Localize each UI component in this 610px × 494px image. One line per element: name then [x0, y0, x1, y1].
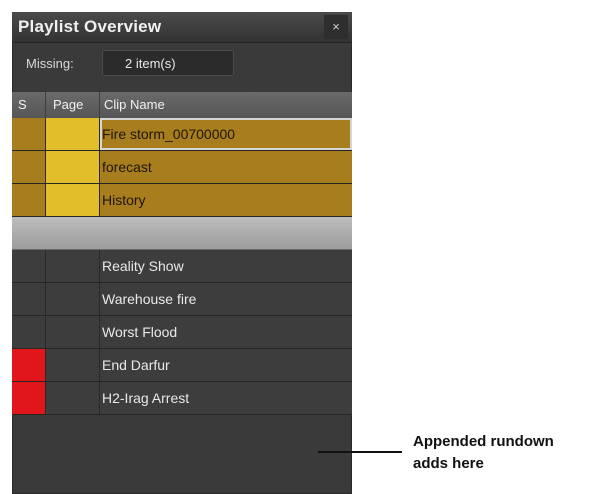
column-header-s[interactable]: S — [12, 92, 46, 118]
page-cell — [46, 349, 100, 381]
clip-name-cell: Worst Flood — [102, 324, 178, 340]
status-cell — [12, 382, 46, 414]
playlist-row[interactable]: Warehouse fire — [12, 283, 352, 316]
page-cell — [46, 382, 100, 414]
page-cell — [46, 118, 100, 150]
playlist-rows: Fire storm_00700000 forecast History Realit… — [12, 118, 352, 415]
playlist-overview-panel: Playlist Overview × Missing: 2 item(s) S… — [12, 12, 352, 494]
clip-name-cell: Reality Show — [102, 258, 184, 274]
playlist-table-header: S Page Clip Name — [12, 92, 352, 119]
column-header-clip-name[interactable]: Clip Name — [100, 92, 352, 118]
status-cell — [12, 217, 46, 249]
playlist-row[interactable]: H2-Irag Arrest — [12, 382, 352, 415]
playlist-row[interactable]: Reality Show — [12, 250, 352, 283]
clip-name-cell: Fire storm_00700000 — [100, 118, 352, 150]
missing-label: Missing: — [26, 56, 74, 71]
clip-name-cell: H2-Irag Arrest — [102, 390, 190, 406]
status-cell — [12, 184, 46, 216]
clip-name-cell — [100, 217, 352, 249]
status-cell — [12, 283, 46, 315]
clip-name-cell: History — [102, 192, 146, 208]
page-cell — [46, 217, 100, 249]
page-cell — [46, 151, 100, 183]
playlist-row[interactable]: Fire storm_00700000 — [12, 118, 352, 151]
playlist-row[interactable]: forecast — [12, 151, 352, 184]
annotation-line-1: Appended rundown — [413, 433, 554, 450]
missing-count-field: 2 item(s) — [102, 50, 234, 76]
panel-titlebar: Playlist Overview × — [12, 12, 352, 43]
status-cell — [12, 316, 46, 348]
clip-name-cell: End Darfur — [102, 357, 170, 373]
status-cell — [12, 250, 46, 282]
clip-name-cell: Warehouse fire — [102, 291, 197, 307]
panel-title: Playlist Overview — [18, 17, 162, 36]
annotation-pointer-line — [318, 451, 402, 453]
status-cell — [12, 349, 46, 381]
status-cell — [12, 151, 46, 183]
annotation-callout: Appended rundown adds here — [413, 431, 554, 475]
clip-name-cell: forecast — [102, 159, 152, 175]
playlist-separator-row[interactable] — [12, 217, 352, 250]
page-cell — [46, 250, 100, 282]
column-header-page[interactable]: Page — [46, 92, 100, 118]
playlist-row[interactable]: End Darfur — [12, 349, 352, 382]
playlist-row[interactable]: History — [12, 184, 352, 217]
playlist-row[interactable]: Worst Flood — [12, 316, 352, 349]
close-icon: × — [332, 19, 340, 34]
status-cell — [12, 118, 46, 150]
page-cell — [46, 316, 100, 348]
page-cell — [46, 184, 100, 216]
page-cell — [46, 283, 100, 315]
annotation-line-2: adds here — [413, 455, 484, 472]
close-button[interactable]: × — [324, 15, 348, 39]
